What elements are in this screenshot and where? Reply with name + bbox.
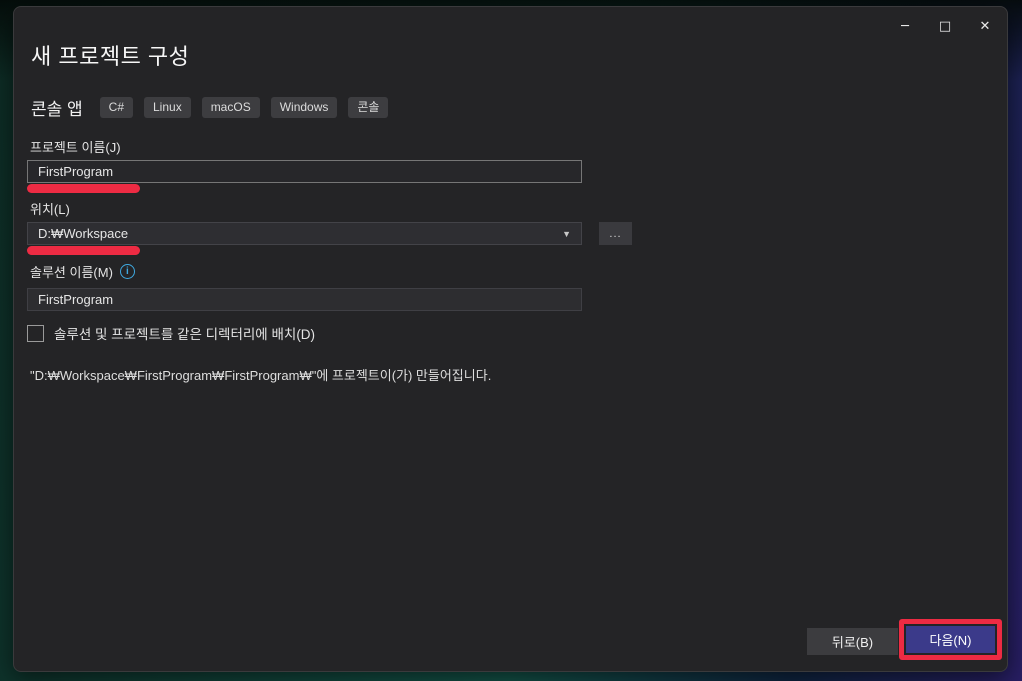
configure-new-project-dialog: ─ □ ✕ 새 프로젝트 구성 콘솔 앱 C# Linux macOS Wind…	[13, 6, 1008, 672]
location-label: 위치(L)	[30, 202, 70, 217]
tag-macos: macOS	[201, 97, 260, 118]
page-title: 새 프로젝트 구성	[31, 44, 190, 69]
tag-console: 콘솔	[348, 97, 389, 118]
solution-name-input[interactable]	[27, 288, 582, 311]
location-dropdown-value: D:₩Workspace	[38, 226, 129, 241]
red-marker-underline-project-name	[27, 184, 140, 193]
back-button[interactable]: 뒤로(B)	[807, 628, 898, 655]
same-directory-checkbox-row: 솔루션 및 프로젝트를 같은 디렉터리에 배치(D)	[27, 323, 315, 343]
template-row: 콘솔 앱 C# Linux macOS Windows 콘솔	[31, 95, 389, 120]
same-directory-checkbox[interactable]	[27, 324, 44, 342]
titlebar-controls: ─ □ ✕	[885, 13, 1005, 39]
project-output-path-hint: "D:₩Workspace₩FirstProgram₩FirstProgram₩…	[30, 368, 492, 383]
next-button[interactable]: 다음(N)	[906, 626, 995, 653]
solution-name-label: 솔루션 이름(M)	[30, 265, 113, 280]
info-icon[interactable]: i	[119, 264, 135, 279]
browse-location-button[interactable]: ...	[599, 222, 632, 245]
solution-name-label-row: 솔루션 이름(M) i	[30, 262, 135, 281]
red-marker-box-next-button: 다음(N)	[899, 619, 1002, 660]
tag-csharp: C#	[99, 97, 133, 118]
tag-windows: Windows	[270, 97, 338, 118]
template-name: 콘솔 앱	[31, 100, 83, 119]
project-name-input[interactable]	[27, 160, 582, 183]
same-directory-label: 솔루션 및 프로젝트를 같은 디렉터리에 배치(D)	[54, 327, 316, 342]
chevron-down-icon: ▼	[562, 228, 571, 239]
maximize-icon[interactable]: □	[925, 13, 965, 39]
location-dropdown[interactable]: D:₩Workspace ▼	[27, 222, 582, 245]
close-icon[interactable]: ✕	[965, 13, 1005, 39]
tag-linux: Linux	[144, 97, 191, 118]
project-name-label: 프로젝트 이름(J)	[30, 140, 121, 155]
red-marker-underline-location	[27, 246, 140, 255]
minimize-icon[interactable]: ─	[885, 13, 925, 39]
